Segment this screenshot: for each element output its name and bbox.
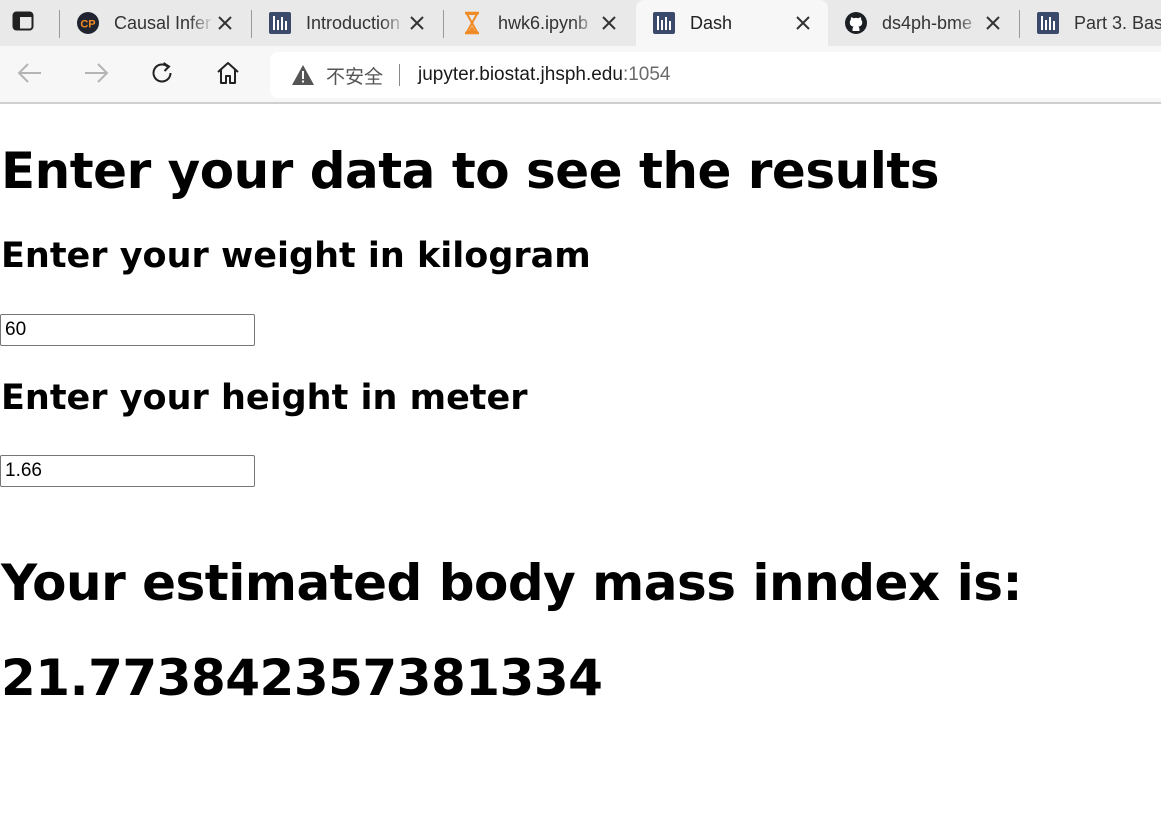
svg-text:CP: CP — [80, 19, 95, 31]
address-bar[interactable]: 不安全 jupyter.biostat.jhsph.edu:1054 — [270, 52, 1161, 98]
arrow-right-icon — [83, 62, 109, 88]
tab-ds4ph-bme[interactable]: ds4ph-bme — [828, 0, 1018, 46]
home-button[interactable] — [211, 59, 245, 91]
tab-actions-icon — [12, 11, 34, 35]
url-port: :1054 — [622, 64, 671, 85]
back-button[interactable] — [13, 59, 47, 91]
url-text[interactable]: jupyter.biostat.jhsph.edu:1054 — [418, 64, 670, 86]
result-label: Your estimated body mass inndex is: — [1, 554, 1022, 612]
tab-introduction[interactable]: Introduction — [252, 0, 442, 46]
jupyter-notebook-icon — [268, 11, 292, 35]
github-icon — [844, 11, 868, 35]
jupyter-notebook-icon — [652, 11, 676, 35]
bmi-result-value: 21.773842357381334 — [1, 649, 603, 707]
tab-title: ds4ph-bme — [882, 12, 973, 33]
tab-part3-basic[interactable]: Part 3. Basic — [1020, 0, 1161, 46]
arrow-left-icon — [17, 62, 43, 88]
tab-actions-button[interactable] — [4, 8, 42, 38]
height-input[interactable] — [0, 455, 255, 487]
weight-input[interactable] — [0, 314, 255, 346]
home-icon — [215, 60, 241, 90]
security-status-label[interactable]: 不安全 — [326, 62, 383, 89]
tab-title: Causal Infer — [114, 12, 212, 33]
tab-hwk6[interactable]: hwk6.ipynb — [444, 0, 634, 46]
tab-title: Part 3. Basic — [1074, 12, 1161, 33]
warning-icon[interactable] — [290, 62, 316, 88]
forward-button[interactable] — [79, 59, 113, 91]
close-tab-icon[interactable] — [792, 12, 814, 34]
browser-toolbar: 不安全 jupyter.biostat.jhsph.edu:1054 — [0, 46, 1161, 104]
height-label: Enter your height in meter — [1, 378, 528, 418]
tab-title: hwk6.ipynb — [498, 12, 589, 33]
page-title: Enter your data to see the results — [1, 142, 940, 200]
tab-dash[interactable]: Dash — [636, 0, 828, 46]
close-tab-icon[interactable] — [214, 12, 236, 34]
tab-title: Dash — [690, 12, 733, 33]
tab-strip: CP Causal Infer Introduction hwk6.ipynb … — [0, 0, 1161, 46]
tab-causal-inference[interactable]: CP Causal Infer — [60, 0, 250, 46]
tab-title: Introduction — [306, 12, 401, 33]
close-tab-icon[interactable] — [406, 12, 428, 34]
url-host: jupyter.biostat.jhsph.edu — [418, 64, 623, 85]
address-divider — [399, 64, 401, 86]
reload-button[interactable] — [145, 59, 179, 91]
weight-label: Enter your weight in kilogram — [1, 236, 591, 276]
reload-icon — [149, 60, 175, 90]
jupyter-notebook-icon — [1036, 11, 1060, 35]
close-tab-icon[interactable] — [982, 12, 1004, 34]
close-tab-icon[interactable] — [598, 12, 620, 34]
hourglass-icon — [460, 11, 484, 35]
cp-logo-icon: CP — [76, 11, 100, 35]
